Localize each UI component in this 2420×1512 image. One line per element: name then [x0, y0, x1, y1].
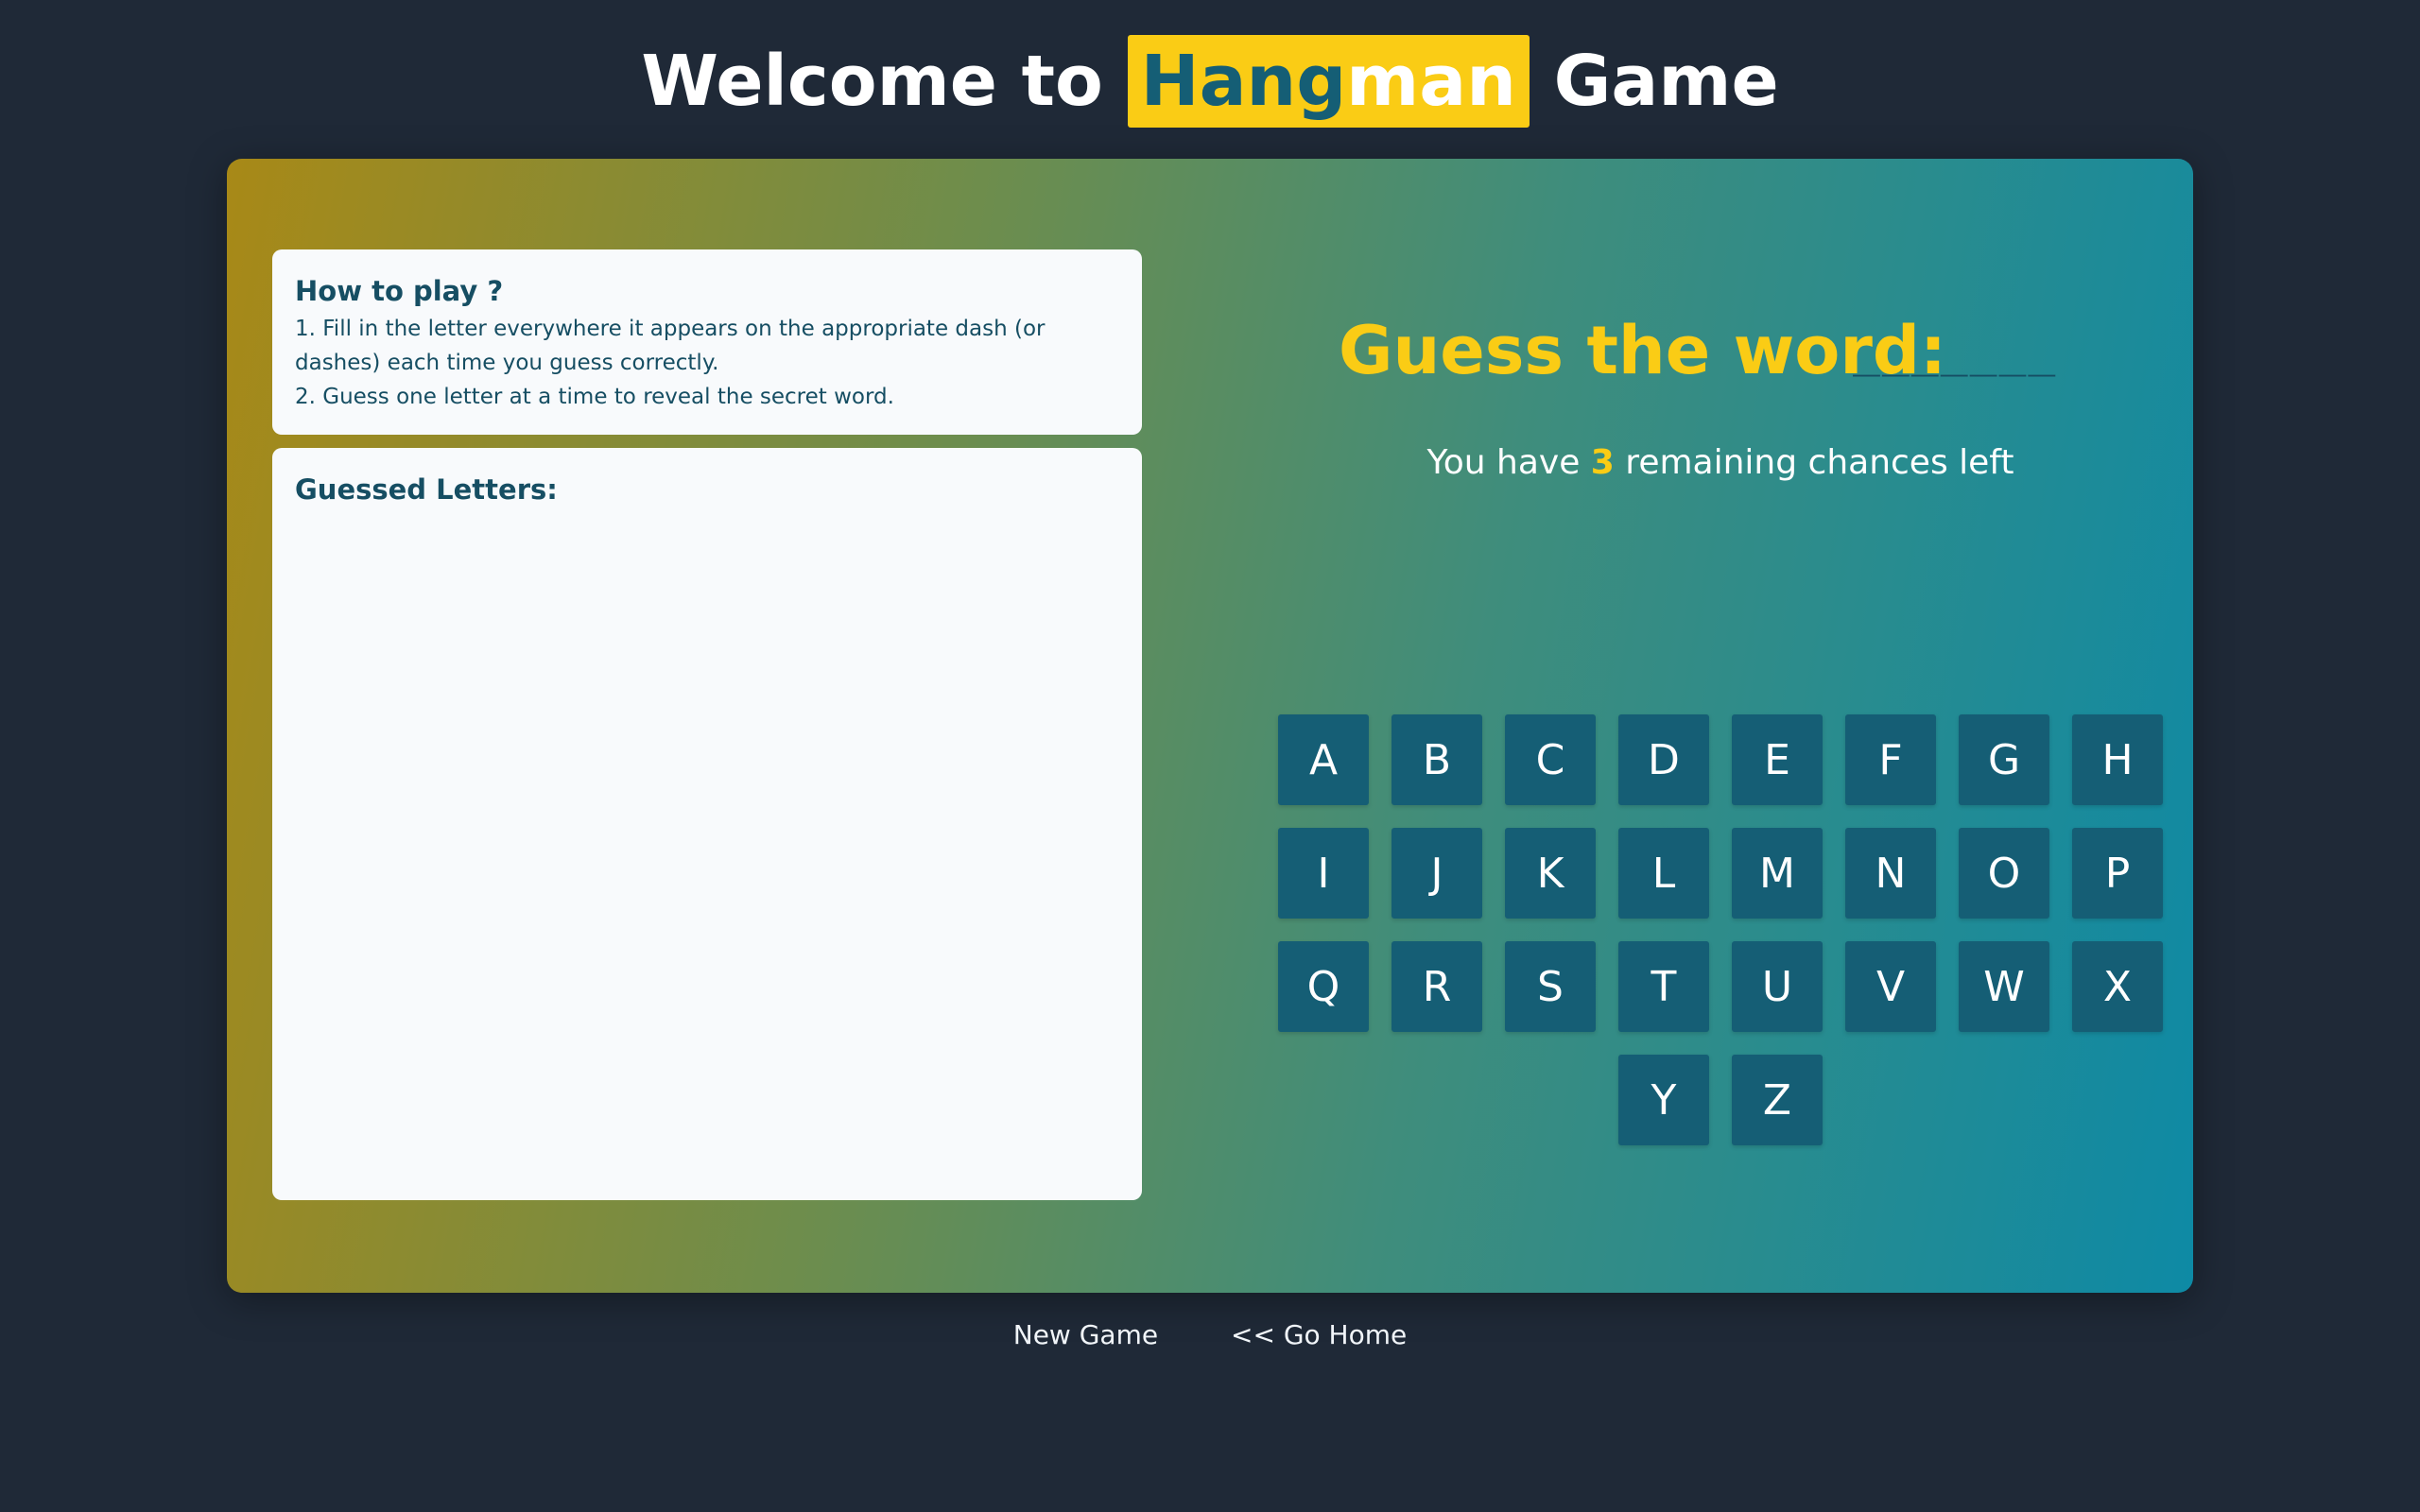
key-h[interactable]: H [2072, 714, 2163, 805]
key-c[interactable]: C [1505, 714, 1596, 805]
game-board: How to play ? 1. Fill in the letter ever… [227, 159, 2193, 1293]
guessed-letters-heading: Guessed Letters: [295, 473, 558, 506]
key-q[interactable]: Q [1278, 941, 1369, 1032]
keyboard-row: I J K L M N O P [1248, 828, 2193, 919]
key-e[interactable]: E [1732, 714, 1823, 805]
title-highlight-man: man [1346, 41, 1516, 122]
title-highlight-hang: Hang [1140, 41, 1347, 122]
footer-links: New Game << Go Home [0, 1310, 2420, 1361]
key-a[interactable]: A [1278, 714, 1369, 805]
key-w[interactable]: W [1959, 941, 2049, 1032]
key-l[interactable]: L [1618, 828, 1709, 919]
key-n[interactable]: N [1845, 828, 1936, 919]
key-g[interactable]: G [1959, 714, 2049, 805]
keyboard-row: Y Z [1248, 1055, 2193, 1145]
guessed-letters-card: Guessed Letters: [272, 448, 1142, 1200]
word-mask: _______ [1853, 324, 2058, 377]
key-p[interactable]: P [2072, 828, 2163, 919]
page: Welcome to Hangman Game How to play ? 1.… [0, 0, 2420, 1512]
page-title: Welcome to Hangman Game [0, 34, 2420, 129]
key-k[interactable]: K [1505, 828, 1596, 919]
chances-count: 3 [1590, 443, 1615, 482]
title-suffix: Game [1529, 41, 1779, 122]
keyboard-row: Q R S T U V W X [1248, 941, 2193, 1032]
title-prefix: Welcome to [641, 41, 1128, 122]
key-z[interactable]: Z [1732, 1055, 1823, 1145]
key-x[interactable]: X [2072, 941, 2163, 1032]
key-j[interactable]: J [1392, 828, 1482, 919]
key-m[interactable]: M [1732, 828, 1823, 919]
how-to-play-card: How to play ? 1. Fill in the letter ever… [272, 249, 1142, 435]
key-d[interactable]: D [1618, 714, 1709, 805]
rule-1: 1. Fill in the letter everywhere it appe… [295, 317, 1046, 375]
guess-word-row: Guess the word: _______ [1248, 299, 2193, 403]
key-s[interactable]: S [1505, 941, 1596, 1032]
chances-prefix: You have [1426, 443, 1591, 482]
chances-text: You have 3 remaining chances left [1248, 435, 2193, 491]
key-u[interactable]: U [1732, 941, 1823, 1032]
go-home-link[interactable]: << Go Home [1231, 1310, 1407, 1361]
key-t[interactable]: T [1618, 941, 1709, 1032]
chances-suffix: remaining chances left [1614, 443, 2014, 482]
letter-keyboard: A B C D E F G H I J K L M N O P Q R S T … [1248, 714, 2193, 1168]
key-o[interactable]: O [1959, 828, 2049, 919]
key-r[interactable]: R [1392, 941, 1482, 1032]
new-game-link[interactable]: New Game [1013, 1310, 1158, 1361]
key-f[interactable]: F [1845, 714, 1936, 805]
keyboard-row: A B C D E F G H [1248, 714, 2193, 805]
key-y[interactable]: Y [1618, 1055, 1709, 1145]
title-highlight: Hangman [1127, 35, 1530, 128]
rule-2: 2. Guess one letter at a time to reveal … [295, 385, 894, 409]
key-b[interactable]: B [1392, 714, 1482, 805]
key-i[interactable]: I [1278, 828, 1369, 919]
key-v[interactable]: V [1845, 941, 1936, 1032]
how-to-play-heading: How to play ? [295, 275, 504, 307]
